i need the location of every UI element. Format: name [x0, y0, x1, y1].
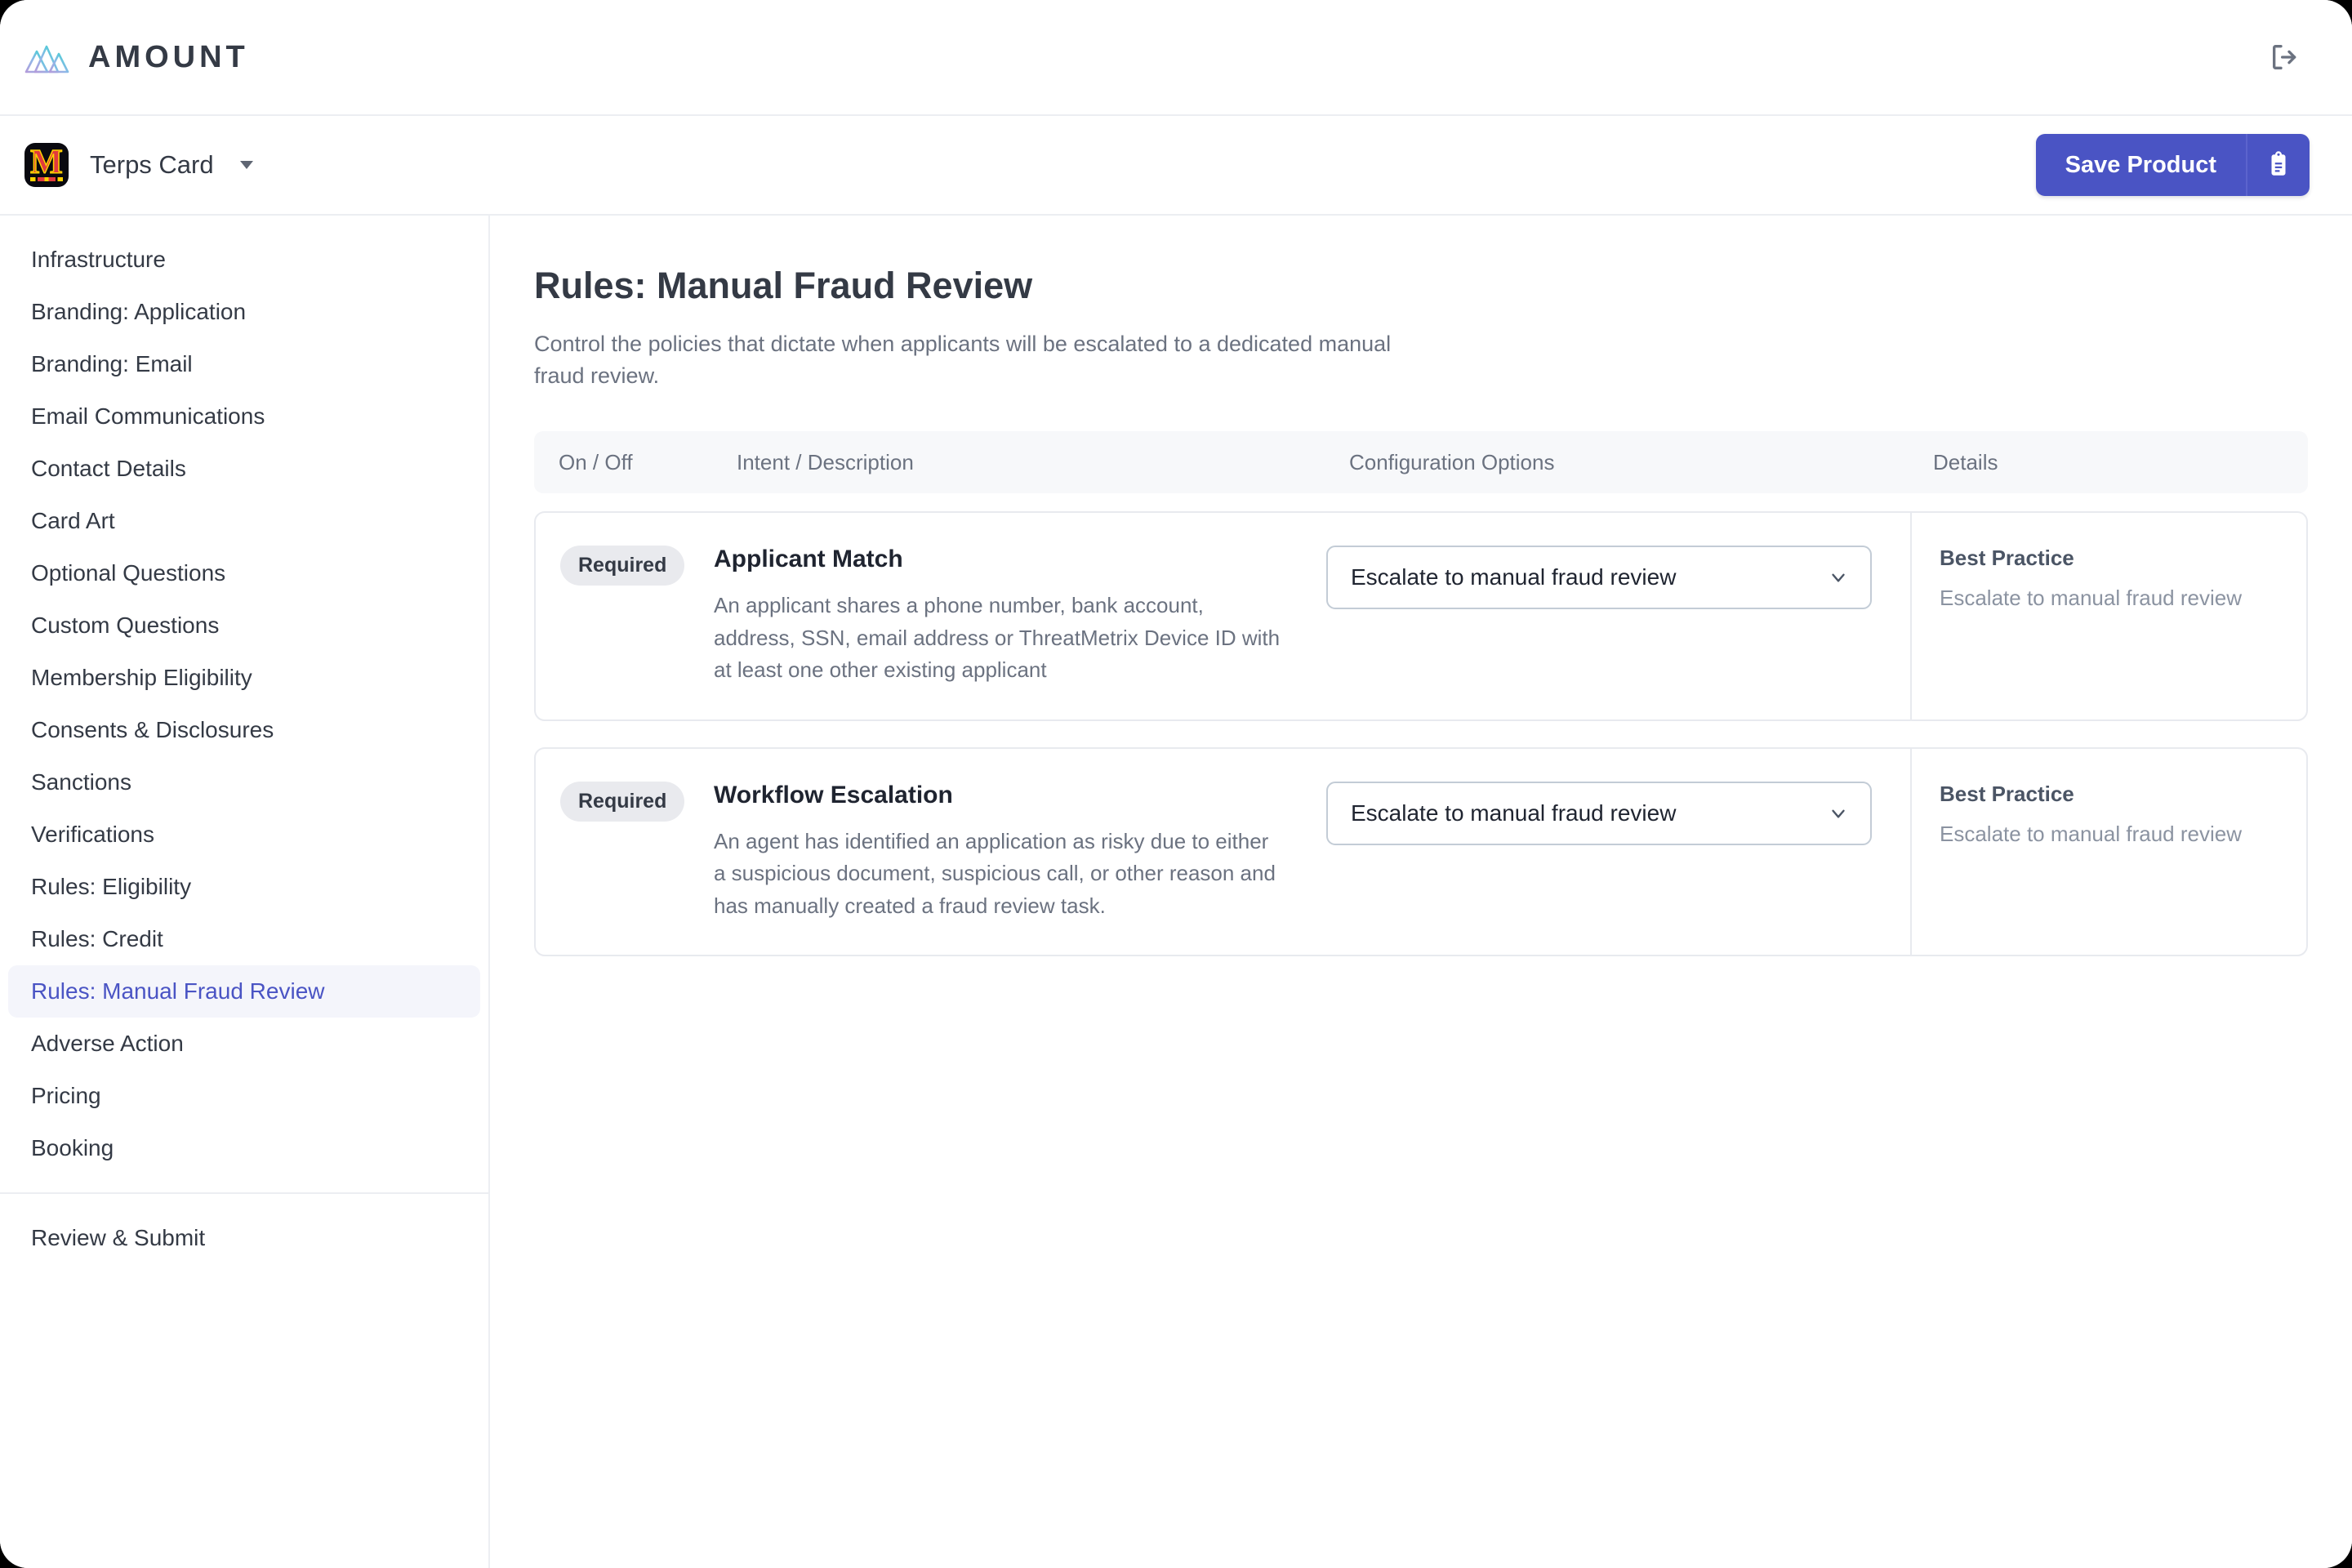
details-text: Escalate to manual fraud review	[1940, 586, 2242, 611]
sidebar-item-consents-disclosures[interactable]: Consents & Disclosures	[8, 704, 480, 756]
config-select[interactable]: Escalate to manual fraud review	[1326, 546, 1872, 610]
chevron-down-icon	[1832, 573, 1845, 582]
sidebar-item-branding-email[interactable]: Branding: Email	[8, 338, 480, 390]
sidebar: Infrastructure Branding: Application Brand…	[0, 216, 490, 1568]
sidebar-item-rules-credit[interactable]: Rules: Credit	[8, 913, 480, 965]
brand[interactable]: AMOUNT	[24, 40, 249, 75]
maryland-flag-bar	[30, 177, 63, 181]
logout-icon	[2273, 45, 2296, 70]
column-header-details: Details	[1933, 449, 1998, 474]
save-product-clipboard-button[interactable]	[2246, 134, 2310, 196]
column-header-config: Configuration Options	[1349, 449, 1555, 474]
table-row: Required Applicant Match An applicant shar…	[534, 511, 2308, 721]
rule-name: Workflow Escalation	[714, 781, 953, 808]
column-header-intent: Intent / Description	[737, 449, 914, 474]
product-logo-letter: M	[29, 144, 63, 181]
product-bar: M Terps Card Save Product	[0, 116, 2352, 216]
rule-description: An applicant shares a phone number, bank…	[714, 593, 1281, 683]
sidebar-item-sanctions[interactable]: Sanctions	[8, 756, 480, 808]
main-content: Rules: Manual Fraud Review Control the p…	[490, 216, 2352, 1568]
rule-config-cell: Escalate to manual fraud review	[1326, 749, 1910, 956]
status-badge: Required	[560, 781, 685, 822]
sidebar-item-pricing[interactable]: Pricing	[8, 1070, 480, 1122]
sidebar-item-card-art[interactable]: Card Art	[8, 495, 480, 547]
rule-name: Applicant Match	[714, 546, 903, 573]
sidebar-item-infrastructure[interactable]: Infrastructure	[8, 234, 480, 286]
product-name: Terps Card	[90, 150, 214, 179]
details-text: Escalate to manual fraud review	[1940, 821, 2242, 846]
product-selector[interactable]: M Terps Card	[24, 143, 253, 187]
logout-button[interactable]	[2262, 34, 2308, 80]
config-select-value: Escalate to manual fraud review	[1351, 564, 1677, 590]
page-subtitle: Control the policies that dictate when a…	[534, 332, 1392, 389]
rule-status-cell: Required	[536, 749, 714, 956]
save-product-button[interactable]: Save Product	[2035, 134, 2246, 196]
caret-down-icon[interactable]	[239, 161, 253, 169]
sidebar-item-rules-manual-fraud-review[interactable]: Rules: Manual Fraud Review	[8, 965, 480, 1018]
details-title: Best Practice	[1940, 781, 2074, 806]
page-title: Rules: Manual Fraud Review	[534, 265, 1033, 306]
sidebar-item-verifications[interactable]: Verifications	[8, 808, 480, 861]
sidebar-divider	[0, 1192, 488, 1194]
config-select[interactable]: Escalate to manual fraud review	[1326, 781, 1872, 845]
table-header-row: On / Off Intent / Description Configurat…	[534, 431, 2308, 494]
rule-details-cell: Best Practice Escalate to manual fraud re…	[1910, 513, 2306, 719]
rule-intent-cell: Applicant Match An applicant shares a pho…	[714, 513, 1326, 719]
rule-config-cell: Escalate to manual fraud review	[1326, 513, 1910, 719]
rule-status-cell: Required	[536, 513, 714, 719]
column-header-on-off: On / Off	[559, 449, 633, 474]
sidebar-item-review-submit[interactable]: Review & Submit	[8, 1212, 480, 1264]
top-bar: AMOUNT	[0, 0, 2352, 116]
app-window: AMOUNT M Terps Card Save Product Infrast…	[0, 0, 2352, 1568]
save-product-group: Save Product	[2035, 134, 2310, 196]
rule-description: An agent has identified an application a…	[714, 828, 1276, 918]
sidebar-item-membership-eligibility[interactable]: Membership Eligibility	[8, 652, 480, 704]
rule-intent-cell: Workflow Escalation An agent has identifi…	[714, 749, 1326, 956]
sidebar-item-booking[interactable]: Booking	[8, 1122, 480, 1174]
rules-list: Required Applicant Match An applicant shar…	[534, 511, 2308, 957]
status-badge: Required	[560, 546, 685, 586]
config-select-value: Escalate to manual fraud review	[1351, 800, 1677, 826]
table-row: Required Workflow Escalation An agent has …	[534, 746, 2308, 957]
body: Infrastructure Branding: Application Brand…	[0, 216, 2352, 1568]
sidebar-item-rules-eligibility[interactable]: Rules: Eligibility	[8, 861, 480, 913]
sidebar-item-contact-details[interactable]: Contact Details	[8, 443, 480, 495]
sidebar-item-optional-questions[interactable]: Optional Questions	[8, 547, 480, 599]
sidebar-item-custom-questions[interactable]: Custom Questions	[8, 599, 480, 652]
sidebar-item-branding-application[interactable]: Branding: Application	[8, 286, 480, 338]
chevron-down-icon	[1832, 809, 1845, 818]
amount-mountains-logo	[24, 45, 69, 74]
clipboard-icon	[2271, 151, 2286, 176]
rule-details-cell: Best Practice Escalate to manual fraud re…	[1910, 748, 2306, 956]
sidebar-item-adverse-action[interactable]: Adverse Action	[8, 1018, 480, 1070]
sidebar-item-email-communications[interactable]: Email Communications	[8, 390, 480, 443]
details-title: Best Practice	[1940, 546, 2074, 571]
brand-name: AMOUNT	[88, 39, 249, 74]
maryland-m-logo: M	[24, 143, 69, 187]
